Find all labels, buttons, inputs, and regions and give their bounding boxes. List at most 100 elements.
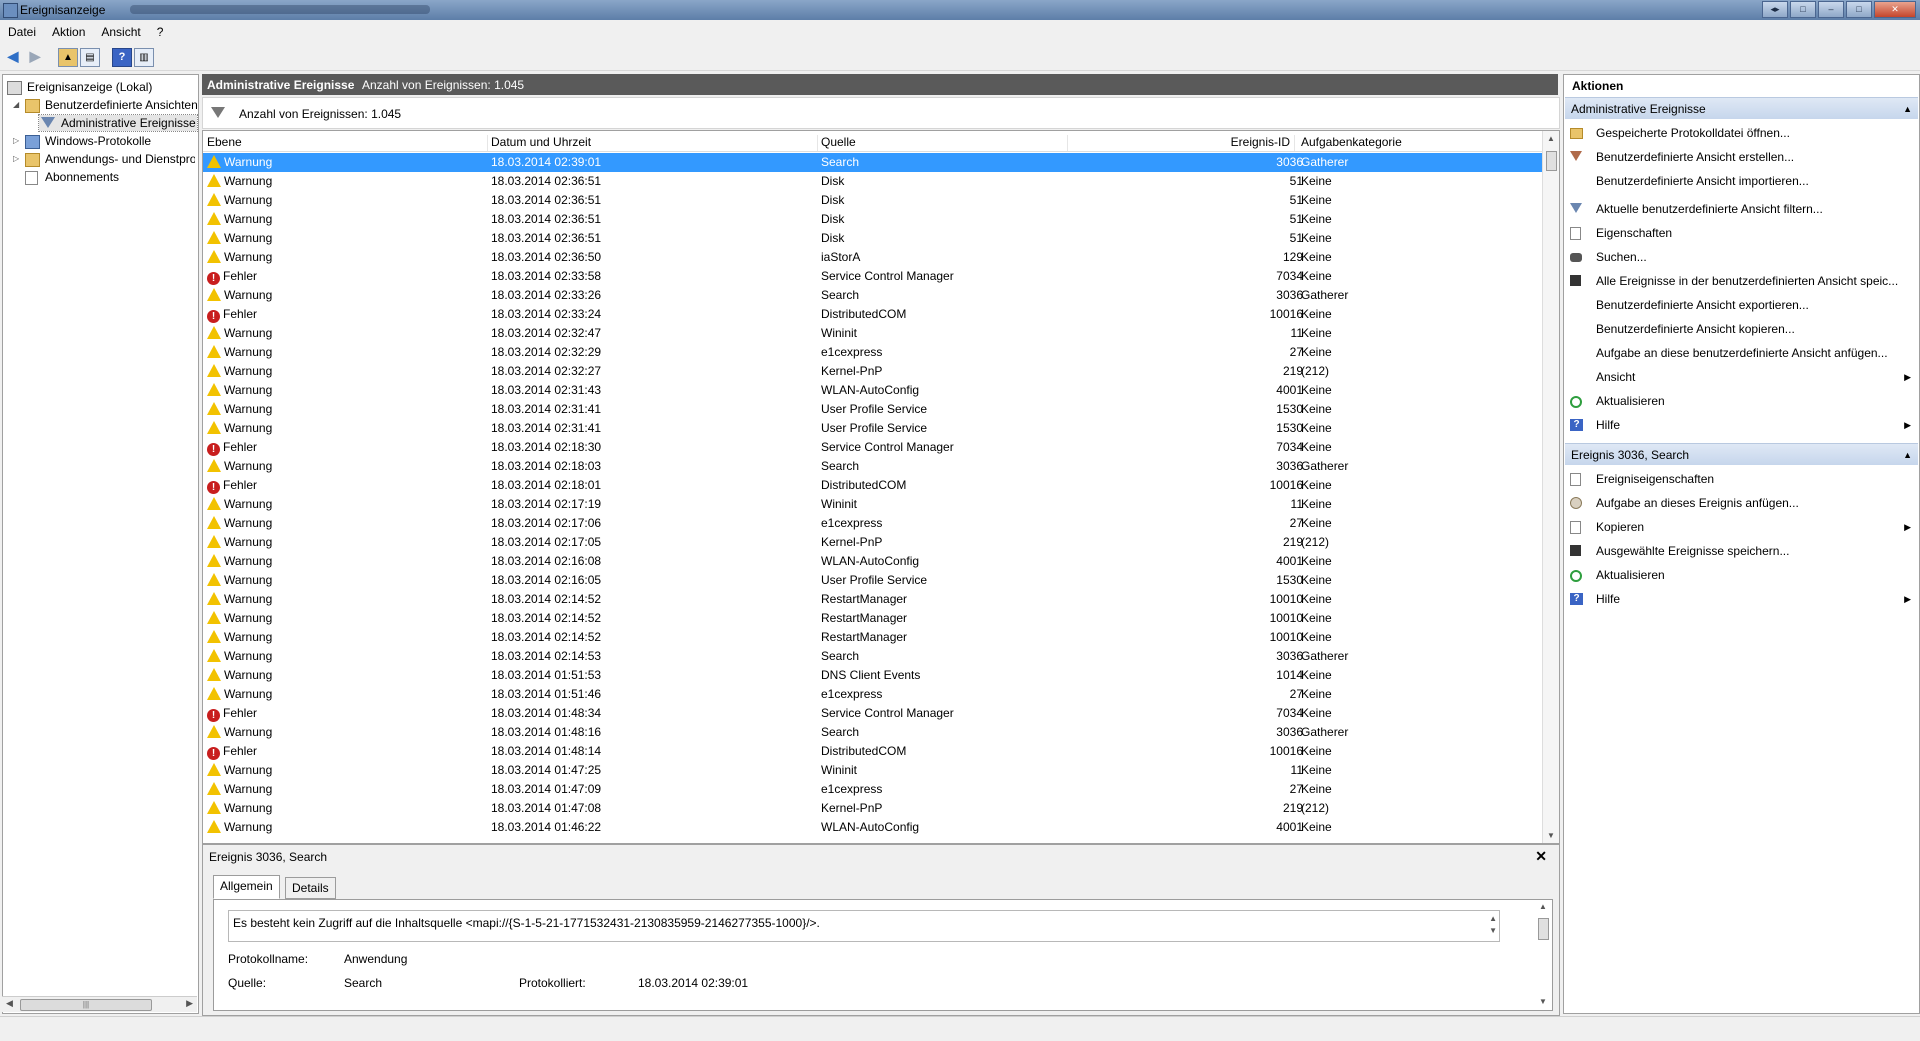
column-header-category[interactable]: Aufgabenkategorie [1301,135,1521,151]
table-row[interactable]: Warnung 18.03.2014 01:51:46 e1cexpress 27 Ke… [203,685,1543,704]
table-row[interactable]: Warnung 18.03.2014 01:46:22 WLAN-AutoConfi… [203,818,1543,837]
column-header-source[interactable]: Quelle [821,135,1068,151]
table-row[interactable]: ! Fehler 18.03.2014 02:33:58 Service Contro… [203,267,1543,286]
table-row[interactable]: Warnung 18.03.2014 01:51:53 DNS Client Eve… [203,666,1543,685]
table-row[interactable]: Warnung 18.03.2014 02:36:51 Disk 51 Keine [203,210,1543,229]
action-item[interactable]: Aufgabe an dieses Ereignis anfügen... [1564,493,1917,513]
minimize-button[interactable]: – [1818,1,1844,18]
action-item[interactable]: Aktuelle benutzerdefinierte Ansicht filt… [1564,199,1917,219]
column-header-level[interactable]: Ebene [207,135,488,151]
action-item[interactable]: Ansicht ▶ [1564,367,1917,387]
expand-icon[interactable]: ▷ [13,151,22,167]
table-row[interactable]: Warnung 18.03.2014 02:31:41 User Profile S… [203,400,1543,419]
table-row[interactable]: Warnung 18.03.2014 02:33:26 Search 3036 Gath… [203,286,1543,305]
table-row[interactable]: ! Fehler 18.03.2014 02:18:30 Service Contro… [203,438,1543,457]
action-item[interactable]: Ausgewählte Ereignisse speichern... [1564,541,1917,561]
action-item[interactable]: Benutzerdefinierte Ansicht erstellen... [1564,147,1917,167]
tab-allgemein[interactable]: Allgemein [213,875,280,899]
action-item[interactable]: Suchen... [1564,247,1917,267]
table-row[interactable]: Warnung 18.03.2014 02:36:51 Disk 51 Keine [203,229,1543,248]
restore-extra-icon[interactable]: ◂▸ [1762,1,1788,18]
table-row[interactable]: Warnung 18.03.2014 01:47:08 Kernel-PnP 219(… [203,799,1543,818]
close-window-button[interactable]: ✕ [1874,1,1916,18]
action-item[interactable]: Benutzerdefinierte Ansicht kopieren... [1564,319,1917,339]
scroll-down-icon[interactable]: ▼ [1539,997,1547,1006]
table-row[interactable]: Warnung 18.03.2014 02:18:03 Search 3036 Gath… [203,457,1543,476]
table-row[interactable]: Warnung 18.03.2014 02:14:52 RestartManager… [203,609,1543,628]
table-row[interactable]: Warnung 18.03.2014 02:14:52 RestartManager… [203,628,1543,647]
message-scroll-arrows-icon[interactable]: ▲ ▼ [1489,913,1497,937]
table-row[interactable]: Warnung 18.03.2014 02:14:52 RestartManager… [203,590,1543,609]
table-row[interactable]: Warnung 18.03.2014 02:36:50 iaStorA 129 Kein… [203,248,1543,267]
actions-section-admin-events[interactable]: Administrative Ereignisse ▲ [1565,97,1918,119]
table-row[interactable]: Warnung 18.03.2014 02:16:05 User Profile S… [203,571,1543,590]
action-item[interactable]: Ereigniseigenschaften [1564,469,1917,489]
tab-details[interactable]: Details [285,877,336,899]
maximize-button[interactable]: □ [1846,1,1872,18]
action-item[interactable]: Aktualisieren [1564,391,1917,411]
collapse-caret-icon[interactable]: ▲ [1903,444,1912,466]
menu-aktion[interactable]: Aktion [44,22,93,39]
collapse-caret-icon[interactable]: ▲ [1903,98,1912,120]
menu-help[interactable]: ? [149,22,172,39]
menu-datei[interactable]: Datei [0,22,44,39]
menu-ansicht[interactable]: Ansicht [93,22,148,39]
expand-icon[interactable]: ▷ [13,133,22,149]
table-row[interactable]: Warnung 18.03.2014 02:36:51 Disk 51 Keine [203,191,1543,210]
table-row[interactable]: Warnung 18.03.2014 02:32:27 Kernel-PnP 219(… [203,362,1543,381]
event-list-vertical-scrollbar[interactable]: ▲ ▼ [1542,131,1559,843]
close-detail-icon[interactable]: ✕ [1535,848,1547,865]
event-message-box[interactable]: Es besteht kein Zugriff auf die Inhaltsq… [228,910,1500,942]
table-row[interactable]: Warnung 18.03.2014 02:31:41 User Profile S… [203,419,1543,438]
scrollbar-thumb[interactable]: ||| [20,999,152,1011]
table-row[interactable]: ! Fehler 18.03.2014 01:48:34 Service Contro… [203,704,1543,723]
folder-up-icon[interactable]: ▲ [58,48,78,67]
action-item[interactable]: Gespeicherte Protokolldatei öffnen... [1564,123,1917,143]
tree-horizontal-scrollbar[interactable]: ◀ ||| ▶ [2,996,197,1012]
scrollbar-thumb[interactable] [1546,151,1557,171]
action-item[interactable]: Benutzerdefinierte Ansicht importieren..… [1564,171,1917,191]
forward-arrow-icon[interactable]: ▶ [26,48,44,65]
table-row[interactable]: Warnung 18.03.2014 02:32:29 e1cexpress 27 Ke… [203,343,1543,362]
table-row[interactable]: Warnung 18.03.2014 02:32:47 Wininit 11 Keine [203,324,1543,343]
action-item[interactable]: ? Hilfe ▶ [1564,415,1917,435]
scroll-up-icon[interactable]: ▲ [1539,902,1547,911]
table-row[interactable]: Warnung 18.03.2014 01:47:09 e1cexpress 27 Ke… [203,780,1543,799]
snap-icon[interactable]: □ [1790,1,1816,18]
table-row[interactable]: Warnung 18.03.2014 02:17:19 Wininit 11 Keine [203,495,1543,514]
column-header-event-id[interactable]: Ereignis-ID [1069,135,1295,151]
action-item[interactable]: Kopieren ▶ [1564,517,1917,537]
action-item[interactable]: Aufgabe an diese benutzerdefinierte Ansi… [1564,343,1917,363]
help-icon[interactable]: ? [112,48,132,67]
table-row[interactable]: Warnung 18.03.2014 02:39:01 Search 3036 Gath… [203,153,1543,172]
table-row[interactable]: Warnung 18.03.2014 02:14:53 Search 3036 Gath… [203,647,1543,666]
scrollbar-thumb[interactable] [1538,918,1549,940]
table-row[interactable]: Warnung 18.03.2014 02:17:05 Kernel-PnP 219(… [203,533,1543,552]
table-row[interactable]: ! Fehler 18.03.2014 02:18:01 DistributedCOM… [203,476,1543,495]
table-row[interactable]: Warnung 18.03.2014 01:47:25 Wininit 11 Keine [203,761,1543,780]
column-header-datetime[interactable]: Datum und Uhrzeit [491,135,818,151]
detail-vertical-scrollbar[interactable]: ▲ ▼ [1536,902,1550,1006]
action-item[interactable]: ? Hilfe ▶ [1564,589,1917,609]
actions-section-event[interactable]: Ereignis 3036, Search ▲ [1565,443,1918,465]
scroll-up-icon[interactable]: ▲ [1547,134,1555,143]
action-item[interactable]: Eigenschaften [1564,223,1917,243]
table-row[interactable]: Warnung 18.03.2014 02:16:08 WLAN-AutoConfi… [203,552,1543,571]
back-arrow-icon[interactable]: ◀ [4,48,22,65]
collapse-icon[interactable]: ◢ [13,97,22,113]
scroll-right-icon[interactable]: ▶ [186,998,193,1009]
action-item[interactable]: Alle Ereignisse in der benutzerdefiniert… [1564,271,1917,291]
scroll-left-icon[interactable]: ◀ [6,998,13,1009]
table-row[interactable]: Warnung 18.03.2014 02:17:06 e1cexpress 27 Ke… [203,514,1543,533]
scroll-down-icon[interactable]: ▼ [1547,831,1555,840]
show-tree-icon[interactable]: ▤ [80,48,100,67]
tree-node-app-logs[interactable]: ▷ Anwendungs- und Dienstprotokolle [7,151,195,167]
tree-node-admin-events[interactable]: Administrative Ereignisse [38,114,198,132]
action-item[interactable]: Benutzerdefinierte Ansicht exportieren..… [1564,295,1917,315]
show-action-pane-icon[interactable]: ▥ [134,48,154,67]
table-row[interactable]: ! Fehler 18.03.2014 01:48:14 DistributedCOM… [203,742,1543,761]
table-row[interactable]: Warnung 18.03.2014 02:36:51 Disk 51 Keine [203,172,1543,191]
table-row[interactable]: Warnung 18.03.2014 02:31:43 WLAN-AutoConfi… [203,381,1543,400]
action-item[interactable]: Aktualisieren [1564,565,1917,585]
table-row[interactable]: Warnung 18.03.2014 01:48:16 Search 3036 Gath… [203,723,1543,742]
